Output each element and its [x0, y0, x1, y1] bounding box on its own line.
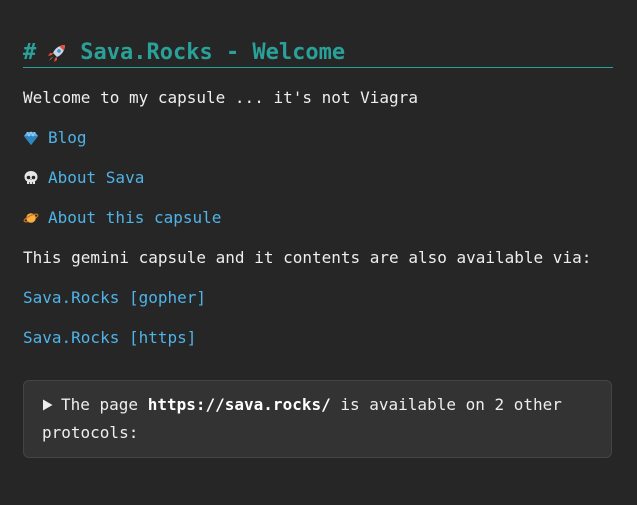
nav-link-blog[interactable]: Blog [23, 128, 613, 148]
rocket-icon [46, 42, 68, 64]
page-url: https://sava.rocks/ [147, 395, 331, 414]
nav-link-label[interactable]: Blog [48, 128, 87, 148]
https-link[interactable]: Sava.Rocks [https] [23, 328, 613, 348]
heading-text: Sava.Rocks - Welcome [80, 40, 346, 65]
ringed-planet-icon [23, 210, 39, 226]
nav-link-label[interactable]: About this capsule [48, 208, 221, 228]
nav-link-about-sava[interactable]: About Sava [23, 168, 613, 188]
intro-text: Welcome to my capsule ... it's not Viagr… [23, 88, 418, 107]
heading-hash: # [23, 40, 37, 65]
gopher-link[interactable]: Sava.Rocks [gopher] [23, 288, 613, 308]
disclosure-prefix: The page [61, 395, 148, 414]
skull-icon [23, 170, 39, 186]
gem-icon [23, 130, 39, 146]
disclosure-triangle-icon[interactable] [42, 392, 53, 411]
nav-link-label[interactable]: About Sava [48, 168, 144, 188]
availability-text: This gemini capsule and it contents are … [23, 248, 592, 267]
nav-link-about-capsule[interactable]: About this capsule [23, 208, 613, 228]
protocols-disclosure[interactable]: The page https://sava.rocks/ is availabl… [23, 380, 612, 458]
capsule-page: # Sava.Rocks - Welcome Welcome to my cap… [0, 0, 637, 458]
page-title: # Sava.Rocks - Welcome [23, 40, 613, 68]
